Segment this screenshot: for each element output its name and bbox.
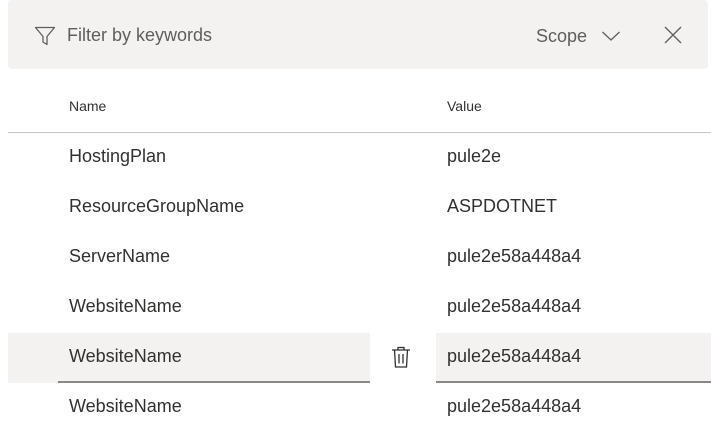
- filter-icon: [34, 26, 56, 46]
- row-name-cell[interactable]: HostingPlan: [69, 146, 166, 167]
- row-value-cell[interactable]: pule2e58a448a4: [447, 346, 581, 367]
- scope-dropdown[interactable]: Scope: [536, 22, 621, 50]
- filter-keywords-input[interactable]: [67, 20, 487, 50]
- row-value-cell[interactable]: ASPDOTNET: [447, 196, 557, 217]
- row-name-cell[interactable]: WebsiteName: [69, 296, 182, 317]
- chevron-down-icon: [602, 31, 620, 41]
- row-value-cell[interactable]: pule2e: [447, 146, 501, 167]
- table-row-selected[interactable]: WebsiteName pule2e58a448a4: [0, 333, 711, 383]
- scope-label: Scope: [536, 25, 588, 46]
- row-value-cell[interactable]: pule2e58a448a4: [447, 296, 581, 317]
- trash-icon[interactable]: [390, 345, 412, 369]
- column-header-value[interactable]: Value: [447, 98, 482, 114]
- close-icon[interactable]: [662, 24, 684, 46]
- table-row[interactable]: WebsiteName pule2e58a448a4: [0, 283, 711, 333]
- table-row[interactable]: ResourceGroupName ASPDOTNET: [0, 183, 711, 233]
- row-name-cell[interactable]: ServerName: [69, 246, 170, 267]
- name-cell-background: [8, 333, 370, 383]
- table-row[interactable]: HostingPlan pule2e: [0, 133, 711, 183]
- row-value-cell[interactable]: pule2e58a448a4: [447, 396, 581, 417]
- row-name-cell[interactable]: WebsiteName: [69, 346, 182, 367]
- table-header: Name Value: [0, 84, 711, 132]
- filter-bar: Scope: [8, 0, 708, 69]
- row-name-cell[interactable]: WebsiteName: [69, 396, 182, 417]
- column-header-name[interactable]: Name: [69, 98, 106, 114]
- table-row[interactable]: WebsiteName pule2e58a448a4: [0, 383, 711, 433]
- row-name-cell[interactable]: ResourceGroupName: [69, 196, 244, 217]
- table-row[interactable]: ServerName pule2e58a448a4: [0, 233, 711, 283]
- row-value-cell[interactable]: pule2e58a448a4: [447, 246, 581, 267]
